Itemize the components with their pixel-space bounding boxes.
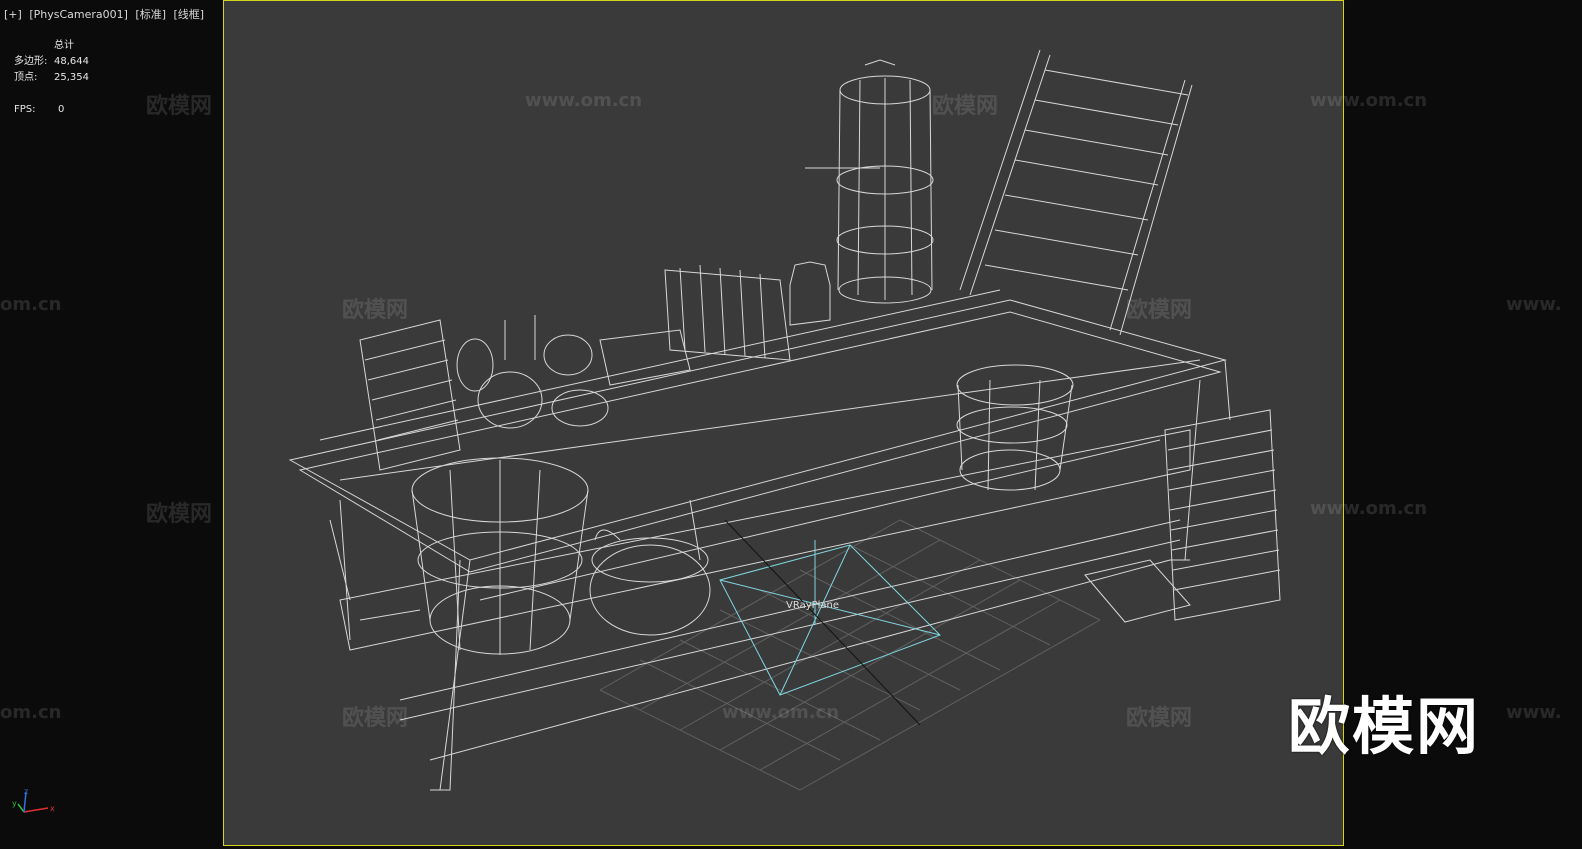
brand-logo: 欧模网 <box>1288 690 1481 763</box>
vray-plane-label: VRayPlane <box>786 600 840 611</box>
axis-gizmo: x y z <box>12 787 55 813</box>
basket-large-wireframe <box>411 457 589 655</box>
ladder-wireframe <box>959 49 1193 336</box>
book-stack-right <box>1084 409 1281 623</box>
bird-cage-wireframe <box>805 59 934 304</box>
x-axis-label: x <box>50 804 55 813</box>
basket-top-wireframe <box>956 364 1074 491</box>
bottles <box>789 261 831 326</box>
y-axis-label: y <box>12 799 17 808</box>
book-stack-left <box>359 319 461 471</box>
y-axis-icon <box>17 803 25 813</box>
z-axis-label: z <box>24 787 28 796</box>
basket-round-wireframe <box>589 499 711 636</box>
table-wireframe <box>288 289 1231 791</box>
x-axis-icon <box>23 807 49 813</box>
floor-grid <box>599 519 1101 791</box>
jars-and-bowls <box>456 315 609 429</box>
